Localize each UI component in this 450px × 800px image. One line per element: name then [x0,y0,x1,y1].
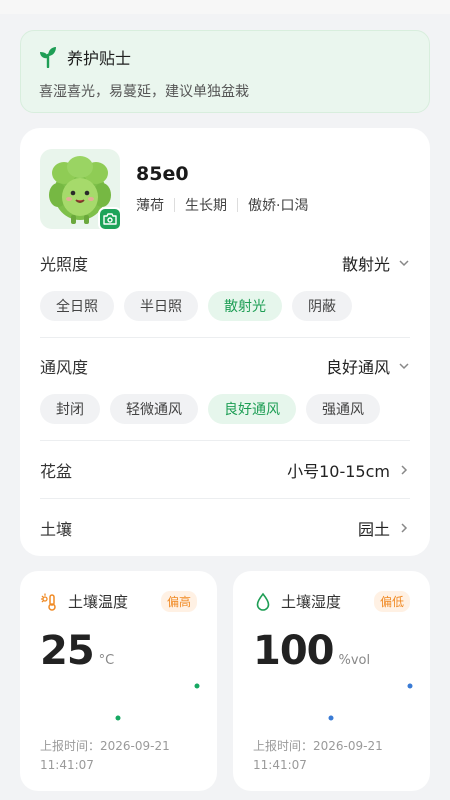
temperature-report-time: 上报时间：2026-09-21 11:41:07 [40,737,170,775]
light-dropdown[interactable]: 散射光 [342,251,410,275]
temperature-sparkline [115,683,200,721]
ventilation-row[interactable]: 通风度 良好通风 [40,354,410,378]
soil-value: 园土 [357,519,390,539]
temperature-point-now [194,683,200,689]
soil-temperature-card[interactable]: 土壤温度 偏高 25 °C 上报时间：2026-09-21 11:41:07 [20,571,217,791]
chevron-down-icon [399,363,409,370]
ventilation-option-good[interactable]: 良好通风 [208,394,296,424]
pot-value: 小号10-15cm [287,461,390,481]
tag-divider [237,198,238,212]
humidity-point-now [407,683,413,689]
ventilation-label: 通风度 [40,358,89,377]
light-row[interactable]: 光照度 散射光 [40,251,410,275]
light-option-half-sun[interactable]: 半日照 [124,291,198,321]
humidity-report-time: 上报时间：2026-09-21 11:41:07 [253,737,383,775]
plant-species: 薄荷 [136,198,164,214]
status-bar [0,0,450,14]
report-date: 2026-09-21 [100,739,170,753]
ventilation-options: 封闭 轻微通风 良好通风 强通风 [40,394,410,424]
light-label: 光照度 [40,255,89,274]
light-option-diffuse[interactable]: 散射光 [208,291,282,321]
humidity-status-badge: 偏低 [373,591,410,612]
pot-row[interactable]: 花盆 小号10-15cm [40,441,410,498]
chevron-down-icon [399,260,409,267]
sprout-icon [40,47,56,68]
tip-title: 养护贴士 [67,49,132,68]
temperature-unit: °C [98,653,115,668]
light-option-full-sun[interactable]: 全日照 [40,291,114,321]
ventilation-option-light[interactable]: 轻微通风 [110,394,198,424]
ventilation-option-strong[interactable]: 强通风 [306,394,380,424]
humidity-value: 100 [253,628,334,674]
plant-settings-card: 85e0 薄荷 生长期 傲娇·口渴 光照度 散射光 全日照 半日照 散射光 阴蔽… [20,128,430,556]
plant-avatar[interactable] [40,149,122,231]
ventilation-value: 良好通风 [325,358,390,377]
humidity-unit: %vol [338,653,371,668]
plant-tags: 薄荷 生长期 傲娇·口渴 [136,195,308,215]
ventilation-option-closed[interactable]: 封闭 [40,394,100,424]
humidity-point-prev [328,715,334,721]
light-option-shade[interactable]: 阴蔽 [292,291,352,321]
chevron-right-icon [401,522,408,533]
light-options: 全日照 半日照 散射光 阴蔽 [40,291,410,321]
soil-humidity-card[interactable]: 土壤湿度 偏低 100 %vol 上报时间：2026-09-21 11:41:0… [233,571,430,791]
ventilation-dropdown[interactable]: 良好通风 [326,354,410,378]
camera-icon[interactable] [98,207,122,231]
report-date: 2026-09-21 [313,739,383,753]
temperature-status-badge: 偏高 [160,591,197,612]
water-drop-icon [256,592,270,611]
pot-label: 花盆 [40,461,73,481]
temperature-value: 25 [40,628,95,674]
humidity-sparkline [328,683,413,721]
thermometer-sun-icon [40,592,56,611]
temperature-point-prev [115,715,121,721]
soil-label: 土壤 [40,519,73,539]
plant-stage: 生长期 [185,198,227,214]
plant-header: 85e0 薄荷 生长期 傲娇·口渴 [40,149,410,231]
tag-divider [174,198,175,212]
soil-row[interactable]: 土壤 园土 [40,499,410,556]
soil-humidity-title: 土壤湿度 [281,593,342,611]
soil-temperature-title: 土壤温度 [68,593,129,611]
report-time: 11:41:07 [40,758,94,772]
divider [40,337,410,338]
report-time-label: 上报时间： [40,739,101,753]
report-time: 11:41:07 [253,758,307,772]
plant-name: 85e0 [136,163,189,185]
plant-mood: 傲娇·口渴 [248,198,309,214]
report-time-label: 上报时间： [253,739,314,753]
tip-text: 喜湿喜光，易蔓延，建议单独盆栽 [39,84,249,100]
chevron-right-icon [401,464,408,475]
care-tip-card: 养护贴士 喜湿喜光，易蔓延，建议单独盆栽 [20,30,430,113]
light-value: 散射光 [341,255,390,274]
